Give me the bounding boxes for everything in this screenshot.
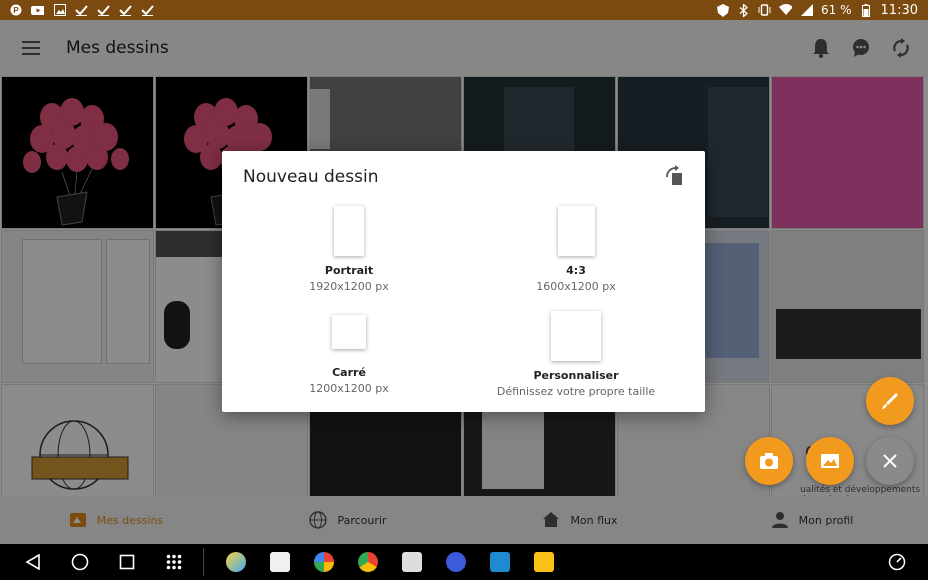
draw-fab[interactable]: [866, 377, 914, 425]
option-name: 4:3: [566, 264, 586, 277]
vibrate-icon: [758, 4, 771, 17]
clock: 11:30: [880, 2, 918, 18]
image-icon: [821, 454, 839, 468]
apps-button[interactable]: [150, 544, 197, 580]
wifi-icon: [779, 4, 793, 17]
sketch-app-icon[interactable]: [270, 552, 290, 572]
option-size: 1920x1200 px: [309, 280, 389, 293]
new-drawing-dialog: Nouveau dessin Portrait 1920x1200 px 4:3…: [222, 151, 705, 412]
photos-app-icon[interactable]: [314, 552, 334, 572]
bluetooth-icon: [737, 3, 750, 17]
screen: P 61 % 11:30 Mes dessins ualités et déve…: [0, 0, 928, 580]
option-portrait[interactable]: Portrait 1920x1200 px: [229, 206, 469, 293]
check-icon: [119, 4, 132, 17]
square-preview: [332, 315, 366, 349]
gallery-fab[interactable]: [806, 437, 854, 485]
camera-fab[interactable]: [745, 437, 793, 485]
signal-icon: [800, 4, 813, 17]
apps-grid-icon: [166, 554, 181, 570]
chrome-app-icon[interactable]: [358, 552, 378, 572]
rotate-icon: [666, 165, 682, 185]
screenshot-app-icon[interactable]: [402, 552, 422, 572]
option-size: Définissez votre propre taille: [496, 385, 656, 398]
youtube-icon: [31, 4, 44, 17]
option-size: 1200x1200 px: [309, 382, 389, 395]
home-button[interactable]: [56, 544, 103, 580]
battery-level: 61 %: [821, 3, 852, 17]
rotate-orientation-button[interactable]: [663, 165, 685, 187]
recents-button[interactable]: [103, 544, 150, 580]
check-icon: [75, 4, 88, 17]
battery-icon: [860, 3, 873, 17]
keep-app-icon[interactable]: [534, 552, 554, 572]
brush-icon: [882, 393, 898, 409]
option-name: Carré: [332, 366, 366, 379]
option-personnaliser[interactable]: Personnaliser Définissez votre propre ta…: [456, 311, 696, 398]
home-circle-icon: [71, 553, 88, 571]
shield-icon: [716, 3, 729, 17]
recents-icon: [119, 554, 134, 570]
status-bar: P 61 % 11:30: [0, 0, 928, 20]
tasks-app-icon[interactable]: [446, 552, 466, 572]
option-carre[interactable]: Carré 1200x1200 px: [229, 315, 469, 395]
app-icon[interactable]: [490, 552, 510, 572]
ratio-4-3-preview: [557, 206, 595, 256]
pinterest-icon: P: [9, 4, 22, 17]
option-4-3[interactable]: 4:3 1600x1200 px: [456, 206, 696, 293]
custom-preview: [551, 311, 601, 361]
camera-icon: [760, 453, 778, 469]
portrait-preview: [334, 206, 364, 256]
back-icon: [24, 554, 40, 570]
back-button[interactable]: [9, 544, 56, 580]
close-icon: [883, 454, 897, 468]
divider: [203, 548, 204, 576]
dialog-title: Nouveau dessin: [243, 167, 379, 187]
check-icon: [141, 4, 154, 17]
balloon-app-icon[interactable]: [226, 552, 246, 572]
system-nav-bar: [0, 544, 928, 580]
svg-text:P: P: [13, 6, 19, 15]
option-name: Portrait: [324, 264, 374, 277]
image-icon: [53, 4, 66, 17]
option-name: Personnaliser: [533, 369, 619, 382]
speed-settings-button[interactable]: [873, 544, 920, 580]
check-icon: [97, 4, 110, 17]
close-fab[interactable]: [866, 437, 914, 485]
option-size: 1600x1200 px: [536, 280, 616, 293]
gauge-icon: [888, 553, 905, 571]
